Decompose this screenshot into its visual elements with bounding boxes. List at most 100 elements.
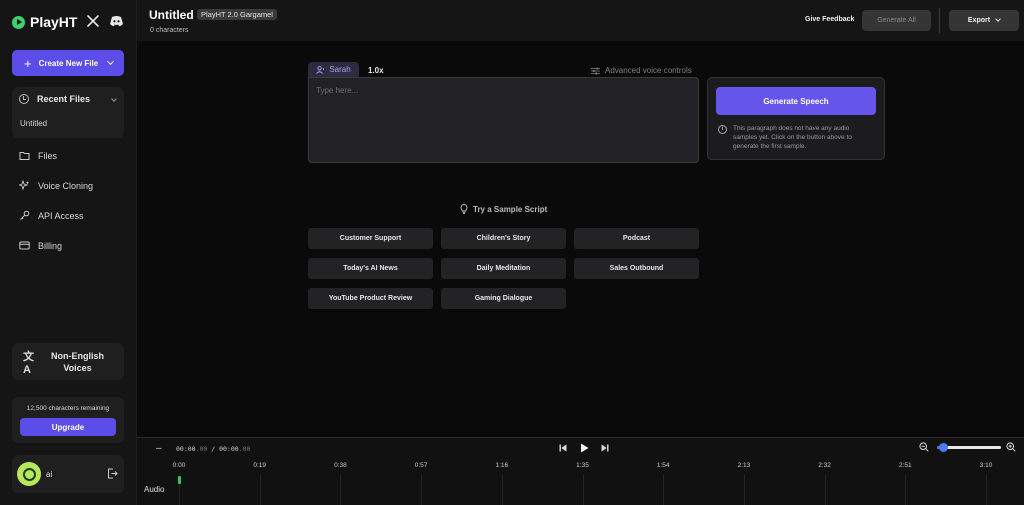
non-english-voices-label: Non-English Voices — [51, 350, 104, 373]
timeline-tick-line — [340, 474, 342, 505]
recent-files-label: Recent Files — [37, 94, 91, 104]
logout-icon[interactable] — [107, 468, 118, 479]
timeline-tick-label: 2:13 — [737, 462, 751, 469]
total-time: 00:00 — [219, 445, 239, 453]
sample-script-label: Try a Sample Script — [473, 204, 548, 214]
timeline-ruler[interactable]: 0:00 0:19 0:38 0:57 1:16 1:35 1:54 2:13 2:32 2:51… — [173, 462, 1024, 505]
recent-file-item[interactable]: Untitled — [20, 119, 47, 128]
timeline-tick-line — [663, 474, 665, 505]
brand-name: PlayHT — [30, 14, 78, 30]
characters-remaining-text: 12,500 characters remaining — [26, 405, 110, 412]
recent-files-toggle[interactable]: Recent Files — [19, 94, 90, 104]
play-icon[interactable] — [580, 443, 589, 453]
recent-files-panel: Recent Files Untitled — [12, 87, 124, 138]
give-feedback-link[interactable]: Give Feedback — [805, 16, 854, 23]
non-english-voices-button[interactable]: 文A Non-English Voices — [12, 343, 124, 380]
timeline-tick-label: 3:10 — [979, 462, 993, 469]
generate-panel: Generate Speech i This paragraph does no… — [707, 77, 885, 160]
info-icon: i — [718, 125, 727, 134]
sample-customer-support[interactable]: Customer Support — [308, 228, 433, 249]
timeline-tick-label: 1:35 — [576, 462, 589, 469]
timeline-tick-line — [986, 474, 987, 505]
timeline-tick-line — [501, 474, 503, 505]
timeline-panel: – 00:00.00 / 00:00.00 0:00 0:19 0:38 0:57 1:… — [137, 437, 1024, 505]
lightbulb-icon — [460, 204, 468, 214]
quota-panel: 12,500 characters remaining Upgrade — [12, 397, 124, 443]
user-panel: ai — [12, 455, 124, 493]
sidebar-item-billing[interactable]: Billing — [19, 240, 62, 251]
current-time: 00:00 — [176, 445, 196, 453]
advanced-voice-controls-label: Advanced voice controls — [605, 66, 692, 75]
sidebar-item-api-access[interactable]: API Access — [19, 210, 84, 221]
model-badge: PlayHT 2.0 Gargamel — [197, 9, 277, 20]
generate-speech-button[interactable]: Generate Speech — [716, 87, 876, 115]
zoom-out-icon[interactable] — [919, 442, 929, 452]
avatar-logo-icon — [22, 467, 36, 481]
playhead[interactable] — [178, 476, 181, 484]
sidebar-item-files[interactable]: Files — [19, 150, 57, 161]
plus-icon: + — [24, 55, 32, 71]
timeline-tick-label: 2:32 — [818, 462, 831, 469]
sparkle-icon — [19, 180, 30, 191]
collapse-timeline-button[interactable]: – — [156, 443, 162, 454]
generate-all-button[interactable]: Generate All — [862, 10, 931, 31]
advanced-voice-controls-button[interactable]: Advanced voice controls — [591, 66, 692, 75]
voice-user-icon — [316, 65, 325, 74]
sidebar-item-label: Voice Cloning — [38, 180, 94, 191]
character-count: 0 characters — [150, 27, 189, 34]
time-readout: 00:00.00 / 00:00.00 — [176, 445, 250, 453]
sample-podcast[interactable]: Podcast — [574, 228, 699, 249]
audio-track-label: Audio — [144, 485, 165, 494]
export-label: Export — [967, 17, 991, 24]
timeline-tick-label: 0:38 — [334, 462, 347, 469]
credit-card-icon — [19, 241, 30, 250]
playht-logo-icon — [12, 15, 25, 29]
username: ai — [46, 470, 53, 479]
sample-daily-meditation[interactable]: Daily Meditation — [441, 258, 566, 279]
sample-childrens-story[interactable]: Children's Story — [441, 228, 566, 249]
voice-selector[interactable]: Sarah — [308, 62, 359, 77]
sample-script-heading: Try a Sample Script — [460, 204, 547, 214]
brand[interactable]: PlayHT — [12, 14, 77, 30]
sample-youtube-product-review[interactable]: YouTube Product Review — [308, 288, 433, 309]
discord-icon[interactable] — [109, 15, 124, 27]
sample-todays-ai-news[interactable]: Today's AI News — [308, 258, 433, 279]
sliders-icon — [591, 67, 600, 74]
timeline-tick-line — [743, 474, 745, 505]
top-header: Untitled PlayHT 2.0 Gargamel 0 character… — [137, 0, 1024, 41]
speed-selector[interactable]: 1.0x — [368, 66, 384, 75]
upgrade-button[interactable]: Upgrade — [20, 418, 116, 436]
timeline-tick-label: 0:57 — [414, 462, 428, 469]
x-twitter-icon[interactable] — [86, 14, 100, 28]
translate-icon: 文A — [23, 350, 34, 376]
header-divider — [939, 8, 940, 33]
zoom-slider[interactable] — [937, 443, 1001, 452]
export-button[interactable]: Export — [949, 10, 1019, 31]
timeline-tick-label: 1:54 — [656, 462, 670, 469]
timeline-tick-line — [259, 474, 261, 505]
zoom-slider-thumb[interactable] — [939, 443, 949, 452]
create-new-file-label: Create New File — [38, 58, 99, 68]
app-root: PlayHT + Create New File Recent Files Un… — [0, 0, 1024, 505]
sidebar-item-voice-cloning[interactable]: Voice Cloning — [19, 180, 93, 191]
text-editor[interactable]: Type here... — [308, 77, 699, 163]
current-time-ms: .00 — [195, 445, 208, 453]
timeline-tick-line — [824, 474, 826, 505]
key-icon — [20, 210, 30, 220]
zoom-in-icon[interactable] — [1006, 442, 1016, 452]
timeline-tick-label: 2:51 — [898, 462, 912, 469]
timeline-tick-label: 1:16 — [495, 462, 509, 469]
chevron-down-icon[interactable] — [111, 96, 117, 102]
editor-placeholder: Type here... — [316, 86, 359, 95]
sample-sales-outbound[interactable]: Sales Outbound — [574, 258, 699, 279]
document-title[interactable]: Untitled — [149, 8, 194, 22]
skip-back-icon[interactable] — [559, 444, 567, 452]
skip-forward-icon[interactable] — [601, 444, 609, 452]
sidebar: PlayHT + Create New File Recent Files Un… — [0, 0, 137, 505]
avatar[interactable] — [17, 462, 41, 486]
create-new-file-button[interactable]: + Create New File — [12, 50, 124, 76]
sample-gaming-dialogue[interactable]: Gaming Dialogue — [441, 288, 566, 309]
chevron-down-icon — [106, 57, 115, 66]
sidebar-item-label: Files — [38, 150, 58, 161]
voice-name: Sarah — [329, 65, 351, 74]
